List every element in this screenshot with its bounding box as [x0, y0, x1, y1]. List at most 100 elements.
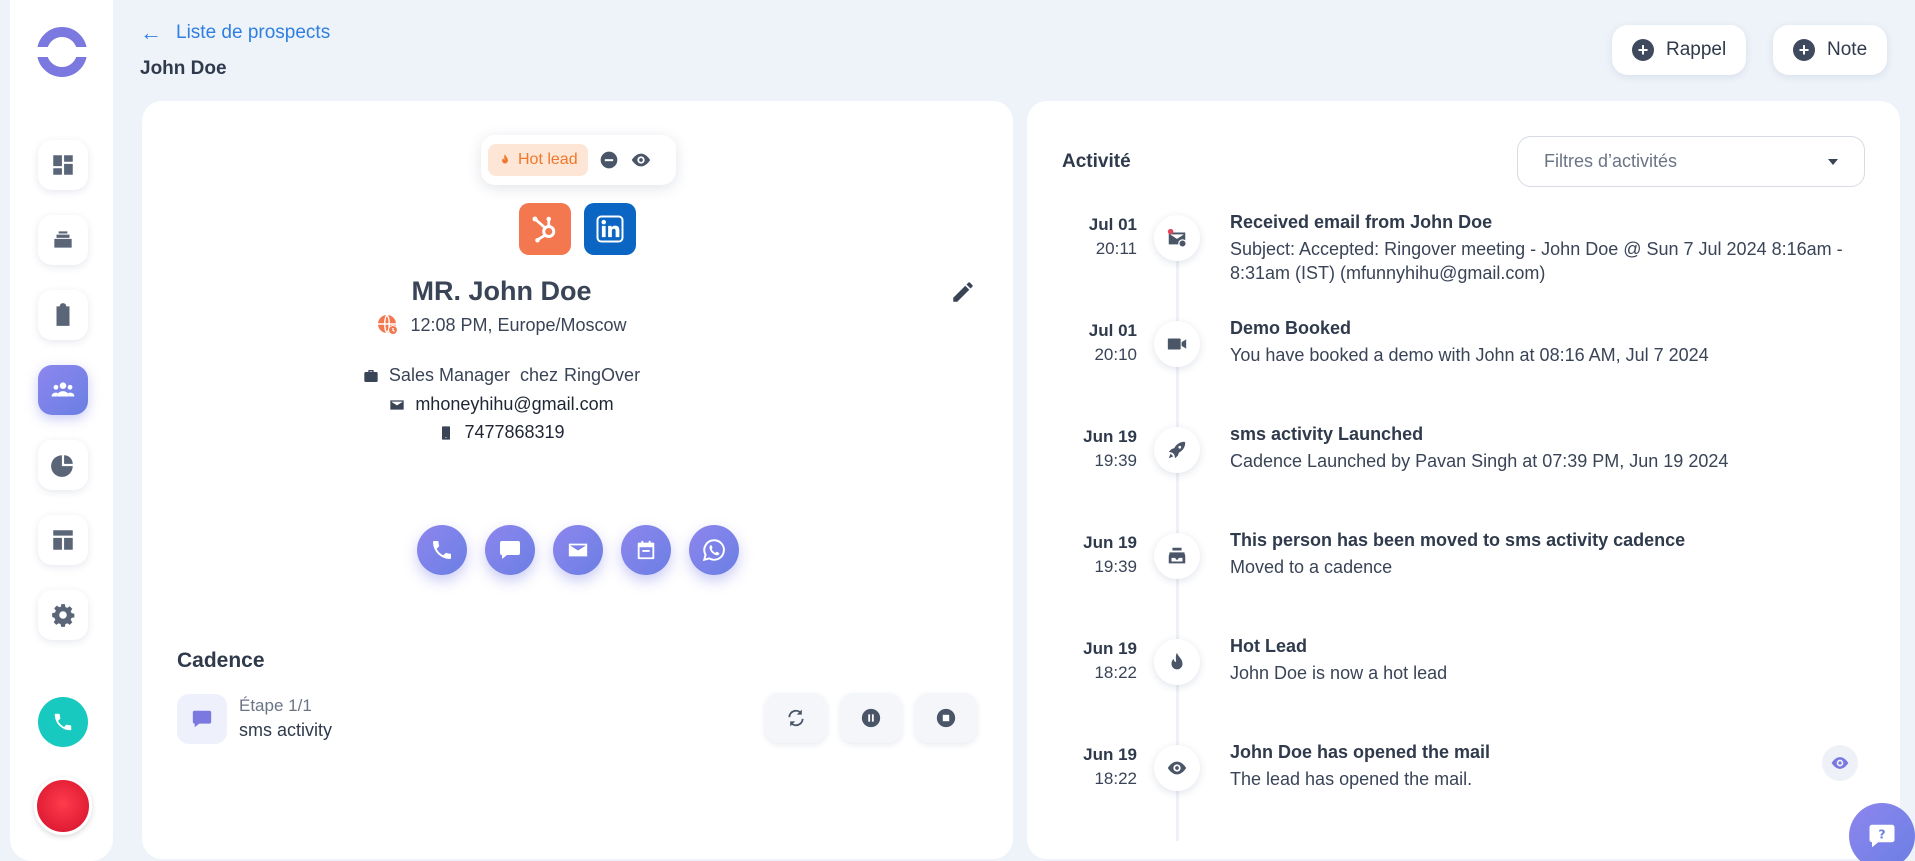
sidebar-item-templates[interactable] [38, 515, 88, 565]
activity-date: Jun 19 18:22 [1057, 639, 1137, 683]
activity-title: John Doe has opened the mail [1230, 742, 1491, 762]
activity-icon [1154, 321, 1200, 367]
activity-card: Activité Filtres d’activités Jul 01 20:1… [1027, 101, 1900, 859]
activity-day: Jul 01 [1088, 321, 1137, 340]
activity-date: Jun 19 18:22 [1057, 745, 1137, 789]
activity-title: sms activity Launched [1230, 424, 1424, 444]
reminder-label: Rappel [1666, 39, 1727, 60]
activity-icon [1154, 745, 1200, 791]
activity-date: Jun 19 19:39 [1057, 427, 1137, 471]
hubspot-icon [532, 216, 556, 243]
activity-date: Jul 01 20:11 [1057, 215, 1137, 259]
svg-text:?: ? [1878, 827, 1885, 842]
job-preposition: chez [520, 365, 559, 385]
whatsapp-icon [702, 539, 725, 562]
plus-icon: + [1793, 39, 1815, 61]
chevron-down-icon [1828, 158, 1838, 165]
schedule-button[interactable] [621, 525, 671, 575]
linkedin-link[interactable] [584, 203, 636, 255]
inbox-icon [1168, 547, 1186, 564]
contact-timezone: 12:08 PM, Europe/Moscow [142, 313, 861, 337]
page-title: John Doe [140, 58, 227, 79]
pencil-icon [953, 282, 973, 302]
cadence-step: Étape 1/1 [239, 696, 312, 715]
lead-status-bar: Hot lead [481, 135, 676, 185]
linkedin-icon [596, 215, 624, 243]
email-received-icon [1167, 228, 1187, 248]
eye-icon [631, 153, 650, 167]
activity-time: 19:39 [1094, 557, 1137, 576]
cadence-restart-button[interactable] [765, 693, 827, 743]
activity-description: Moved to a cadence [1230, 557, 1393, 577]
company-name: RingOver [564, 365, 641, 385]
activity-title: Demo Booked [1230, 318, 1352, 338]
hubspot-link[interactable] [519, 203, 571, 255]
clipboard-icon [56, 303, 70, 326]
app-logo[interactable] [35, 27, 89, 77]
sidebar-item-tasks[interactable] [38, 290, 88, 340]
contact-actions [417, 525, 739, 575]
phone-icon [54, 713, 72, 731]
sms-button[interactable] [485, 525, 535, 575]
mail-icon [568, 543, 588, 557]
activity-filter-select[interactable]: Filtres d’activités [1517, 136, 1865, 187]
chat-bubble-icon [192, 710, 212, 728]
sidebar-item-people[interactable] [38, 365, 88, 415]
help-chat-icon: ? [1869, 824, 1895, 848]
pie-chart-icon [51, 455, 73, 477]
activity-description: You have booked a demo with John at 08:1… [1230, 345, 1709, 365]
hot-lead-label: Hot lead [518, 151, 578, 168]
activity-day: Jun 19 [1083, 639, 1137, 658]
email-button[interactable] [553, 525, 603, 575]
arrow-left-icon: ← [140, 20, 162, 45]
edit-contact-button[interactable] [950, 279, 978, 307]
contact-phone[interactable]: 7477868319 [464, 422, 564, 443]
contact-card: Hot lead MR. John Doe 12:08 PM, Europe/M… [142, 101, 1013, 859]
activity-day: Jul 01 [1088, 215, 1137, 234]
sidebar-item-layers[interactable] [38, 215, 88, 265]
video-icon [1167, 338, 1187, 350]
cadence-name[interactable]: sms activity [239, 720, 332, 741]
calendar-icon [637, 540, 655, 560]
cadence-step-icon [177, 694, 227, 744]
back-link-label: Liste de prospects [176, 22, 331, 43]
activity-date: Jun 19 19:39 [1057, 533, 1137, 577]
dialer-button[interactable] [38, 697, 88, 747]
plus-icon: + [1632, 39, 1654, 61]
refresh-icon [788, 709, 804, 727]
cadence-pause-button[interactable] [840, 693, 902, 743]
hot-lead-badge[interactable]: Hot lead [488, 144, 588, 176]
sidebar-item-settings[interactable] [38, 590, 88, 640]
contact-email[interactable]: mhoneyhihu@gmail.com [415, 394, 613, 415]
pause-icon [861, 708, 881, 728]
activity-description: The lead has opened the mail. [1230, 769, 1473, 789]
mobile-icon [442, 425, 451, 440]
reminder-button[interactable]: + Rappel [1612, 25, 1747, 75]
activity-day: Jun 19 [1083, 533, 1137, 552]
watch-lead-button[interactable] [630, 149, 652, 171]
activity-title: Activité [1062, 151, 1131, 172]
activity-title: Hot Lead [1230, 636, 1308, 656]
note-button[interactable]: + Note [1773, 25, 1888, 75]
briefcase-icon [364, 369, 378, 382]
whatsapp-button[interactable] [689, 525, 739, 575]
help-chat-button[interactable]: ? [1849, 803, 1915, 861]
activity-time: 18:22 [1094, 769, 1137, 788]
email-line: mhoneyhihu@gmail.com [142, 394, 861, 415]
timezone-label: 12:08 PM, Europe/Moscow [410, 314, 627, 335]
call-button[interactable] [417, 525, 467, 575]
job-title: Sales Manager [388, 365, 510, 385]
activity-title: This person has been moved to sms activi… [1230, 530, 1686, 550]
activity-day: Jun 19 [1083, 745, 1137, 764]
cadence-stop-button[interactable] [915, 693, 977, 743]
activity-time: 18:22 [1094, 663, 1137, 682]
sidebar-item-reports[interactable] [38, 440, 88, 490]
activity-icon [1154, 427, 1200, 473]
user-avatar[interactable] [34, 777, 92, 835]
view-email-button[interactable] [1822, 745, 1858, 781]
cadence-title: Cadence [177, 649, 265, 672]
back-link[interactable]: ← Liste de prospects [140, 20, 330, 46]
sidebar-item-dashboard[interactable] [38, 140, 88, 190]
phone-icon [433, 541, 451, 559]
remove-hot-lead-button[interactable] [598, 149, 620, 171]
